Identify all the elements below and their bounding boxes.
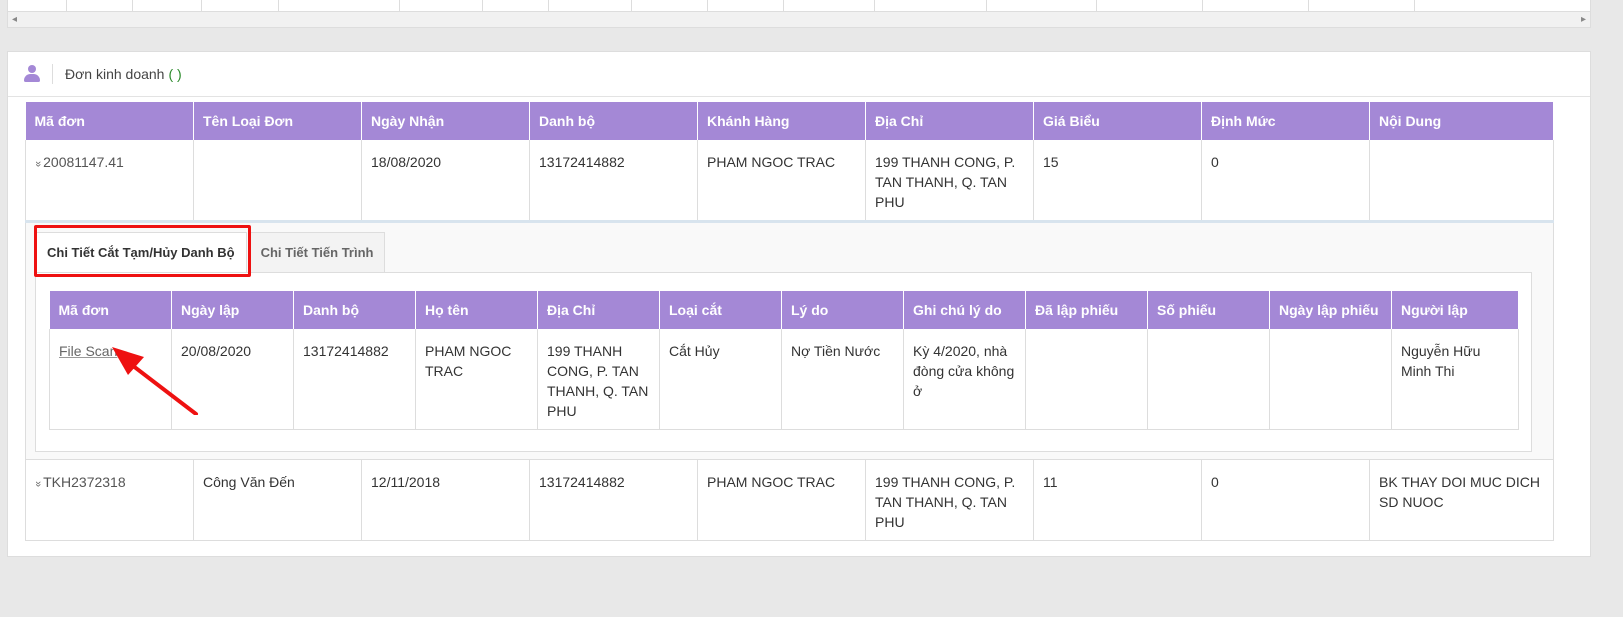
detail-cell-loai-cat: Cắt Hủy <box>659 329 782 430</box>
detail-cell-ngay-lap-phieu <box>1269 329 1392 430</box>
main-table-header: Mã đơn Tên Loại Đơn Ngày Nhận Danh bộ Kh… <box>25 102 1554 140</box>
header-divider <box>52 64 53 84</box>
cell-dinh-muc: 0 <box>1201 459 1370 541</box>
cell-khach-hang: PHAM NGOC TRAC <box>697 459 866 541</box>
scroll-right-icon[interactable]: ▸ <box>1581 13 1586 27</box>
detail-header-ghi-chu[interactable]: Ghi chú lý do <box>903 291 1026 329</box>
detail-table: Mã đơn Ngày lập Danh bộ Họ tên Địa Chỉ L… <box>49 291 1519 430</box>
table-row[interactable]: »20081147.41 18/08/2020 13172414882 PHAM… <box>25 140 1554 222</box>
panel-title: Đơn kinh doanh( ) <box>65 66 182 82</box>
order-code[interactable]: TKH2372318 <box>43 474 126 490</box>
main-orders-table: Mã đơn Tên Loại Đơn Ngày Nhận Danh bộ Kh… <box>25 102 1554 541</box>
annotation-arrow-icon <box>112 347 198 415</box>
horizontal-scrollbar[interactable]: ◂ ▸ <box>8 11 1590 27</box>
annotation-highlight-box <box>34 225 251 277</box>
detail-cell-so-phieu <box>1147 329 1270 430</box>
header-noi-dung[interactable]: Nội Dung <box>1369 102 1554 140</box>
detail-header-loai-cat[interactable]: Loại cắt <box>659 291 782 329</box>
cell-noi-dung <box>1369 140 1554 222</box>
previous-table-grid <box>8 0 1590 11</box>
detail-container: Chi Tiết Cắt Tạm/Hủy Danh Bộ Chi Tiết Ti… <box>26 223 1553 459</box>
cell-ten-loai-don <box>193 140 362 222</box>
panel-title-text: Đơn kinh doanh <box>65 66 165 82</box>
user-icon <box>24 65 40 83</box>
header-ngay-nhan[interactable]: Ngày Nhận <box>361 102 530 140</box>
double-chevron-down-icon[interactable]: » <box>28 481 48 487</box>
detail-header-ly-do[interactable]: Lý do <box>781 291 904 329</box>
detail-table-row: File Scan 20/08/2020 13172414882 PHAM NG… <box>49 329 1519 430</box>
cell-ma-don[interactable]: »TKH2372318 <box>25 459 194 541</box>
cell-noi-dung: BK THAY DOI MUC DICH SD NUOC <box>1369 459 1554 541</box>
cell-ma-don[interactable]: »20081147.41 <box>25 140 194 222</box>
cell-khach-hang: PHAM NGOC TRAC <box>697 140 866 222</box>
detail-header-ho-ten[interactable]: Họ tên <box>415 291 538 329</box>
header-ten-loai-don[interactable]: Tên Loại Đơn <box>193 102 362 140</box>
cell-ten-loai-don: Công Văn Đến <box>193 459 362 541</box>
detail-cell-ghi-chu: Kỳ 4/2020, nhà đòng cửa không ở <box>903 329 1026 430</box>
detail-header-danh-bo[interactable]: Danh bộ <box>293 291 416 329</box>
cell-gia-bieu: 15 <box>1033 140 1202 222</box>
header-dinh-muc[interactable]: Định Mức <box>1201 102 1370 140</box>
detail-header-ngay-lap[interactable]: Ngày lập <box>171 291 294 329</box>
tab-pane: Mã đơn Ngày lập Danh bộ Họ tên Địa Chỉ L… <box>35 272 1532 452</box>
header-gia-bieu[interactable]: Giá Biểu <box>1033 102 1202 140</box>
detail-header-ma-don[interactable]: Mã đơn <box>49 291 172 329</box>
detail-table-header: Mã đơn Ngày lập Danh bộ Họ tên Địa Chỉ L… <box>49 291 1519 329</box>
cell-ngay-nhan: 18/08/2020 <box>361 140 530 222</box>
cell-gia-bieu: 11 <box>1033 459 1202 541</box>
detail-cell-dia-chi: 199 THANH CONG, P. TAN THANH, Q. TAN PHU <box>537 329 660 430</box>
header-danh-bo[interactable]: Danh bộ <box>529 102 698 140</box>
expanded-detail-row: Chi Tiết Cắt Tạm/Hủy Danh Bộ Chi Tiết Ti… <box>25 220 1554 460</box>
header-dia-chi[interactable]: Địa Chỉ <box>865 102 1034 140</box>
cell-dia-chi: 199 THANH CONG, P. TAN THANH, Q. TAN PHU <box>865 459 1034 541</box>
detail-cell-da-lap-phieu <box>1025 329 1148 430</box>
detail-cell-ho-ten: PHAM NGOC TRAC <box>415 329 538 430</box>
don-kinh-doanh-panel: Đơn kinh doanh( ) Mã đơn Tên Loại Đơn Ng… <box>7 51 1591 557</box>
header-ma-don[interactable]: Mã đơn <box>25 102 194 140</box>
panel-header: Đơn kinh doanh( ) <box>8 52 1590 97</box>
previous-table-strip: ◂ ▸ <box>7 0 1591 28</box>
cell-danh-bo: 13172414882 <box>529 140 698 222</box>
detail-header-so-phieu[interactable]: Số phiếu <box>1147 291 1270 329</box>
detail-cell-ly-do: Nợ Tiền Nước <box>781 329 904 430</box>
cell-danh-bo: 13172414882 <box>529 459 698 541</box>
scroll-left-icon[interactable]: ◂ <box>12 13 17 27</box>
order-code[interactable]: 20081147.41 <box>43 154 124 170</box>
tab-chi-tiet-tien-trinh[interactable]: Chi Tiết Tiến Trình <box>248 232 386 272</box>
detail-header-nguoi-lap[interactable]: Người lập <box>1391 291 1519 329</box>
detail-cell: Chi Tiết Cắt Tạm/Hủy Danh Bộ Chi Tiết Ti… <box>25 220 1554 460</box>
double-chevron-down-icon[interactable]: » <box>28 161 48 167</box>
cell-ngay-nhan: 12/11/2018 <box>361 459 530 541</box>
cell-dinh-muc: 0 <box>1201 140 1370 222</box>
detail-header-ngay-lap-phieu[interactable]: Ngày lập phiếu <box>1269 291 1392 329</box>
header-khach-hang[interactable]: Khánh Hàng <box>697 102 866 140</box>
panel-count: ( ) <box>168 66 182 82</box>
detail-header-dia-chi[interactable]: Địa Chỉ <box>537 291 660 329</box>
detail-cell-danh-bo: 13172414882 <box>293 329 416 430</box>
detail-header-da-lap-phieu[interactable]: Đã lập phiếu <box>1025 291 1148 329</box>
detail-cell-nguoi-lap: Nguyễn Hữu Minh Thi <box>1391 329 1519 430</box>
cell-dia-chi: 199 THANH CONG, P. TAN THANH, Q. TAN PHU <box>865 140 1034 222</box>
table-row[interactable]: »TKH2372318 Công Văn Đến 12/11/2018 1317… <box>25 459 1554 541</box>
